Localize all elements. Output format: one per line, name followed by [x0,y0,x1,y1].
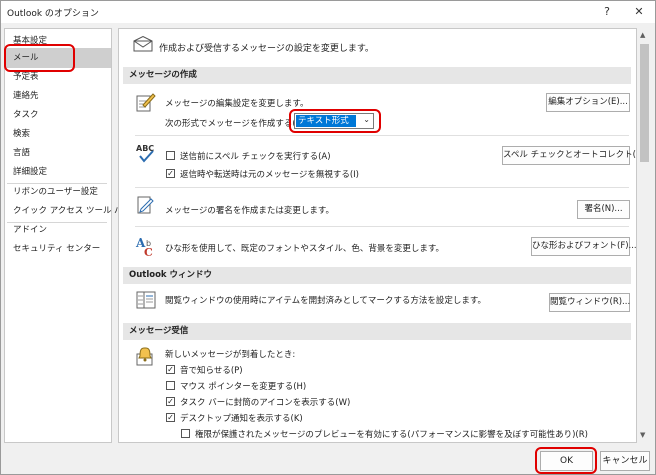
pen-paper-icon [136,93,156,112]
help-button[interactable]: ? [593,1,621,23]
sidebar-item-tasks[interactable]: タスク [5,105,111,125]
sidebar-item-quick-access-toolbar[interactable]: クイック アクセス ツール バー [5,201,131,221]
change-pointer-label: マウス ポインターを変更する(H) [180,382,307,392]
spell-check-before-send-label: 送信前にスペル チェックを実行する(A) [180,152,331,162]
divider [135,135,629,136]
format-label: 次の形式でメッセージを作成する(C): [165,119,308,129]
arrival-text: 新しいメッセージが到着したとき: [165,350,296,360]
scroll-down-icon[interactable]: ▼ [640,431,645,439]
edit-settings-text: メッセージの編集設定を変更します。 [165,99,309,109]
ignore-original-text-label: 返信時や転送時は元のメッセージを無視する(I) [180,170,359,180]
abc-spellcheck-icon: ABC [136,144,154,163]
section-header-compose: メッセージの作成 [123,67,631,84]
options-scrollbar[interactable]: ▲ ▼ [637,28,652,443]
format-select[interactable]: テキスト形式 ⌄ [294,113,374,129]
taskbar-envelope-label: タスク バーに封筒のアイコンを表示する(W) [180,398,351,408]
sidebar-item-mail[interactable]: メール [5,48,111,68]
format-select-value: テキスト形式 [296,115,356,127]
stationery-font-icon: A C b [135,236,153,257]
stationery-fonts-button[interactable]: ひな形およびフォント(F)... [531,237,636,256]
desktop-alert-label: デスクトップ通知を表示する(K) [180,414,303,424]
play-sound-checkbox[interactable]: ✓ [166,365,175,374]
options-window: Outlook のオプション ? ✕ 基本設定 メール 予定表 連絡先 タスク … [0,0,656,475]
options-panel: 作成および受信するメッセージの設定を変更します。 メッセージの作成 メッセージの… [118,28,637,443]
rights-protected-preview-checkbox[interactable] [181,429,190,438]
taskbar-envelope-checkbox[interactable]: ✓ [166,397,175,406]
spell-check-before-send-checkbox[interactable] [166,151,175,160]
chevron-down-icon: ⌄ [363,115,370,124]
sidebar-item-contacts[interactable]: 連絡先 [5,86,111,106]
title-bar: Outlook のオプション ? ✕ [1,1,655,23]
sidebar-item-advanced[interactable]: 詳細設定 [5,162,111,182]
ok-button[interactable]: OK [540,451,593,471]
sidebar-item-addins[interactable]: アドイン [5,220,111,240]
change-pointer-checkbox[interactable] [166,381,175,390]
play-sound-label: 音で知らせる(P) [180,366,243,376]
window-title: Outlook のオプション [7,9,99,19]
envelope-icon [133,36,153,52]
reading-pane-text: 閲覧ウィンドウの使用時にアイテムを開封済みとしてマークする方法を設定します。 [165,296,487,306]
edit-options-button[interactable]: 編集オプション(E)... [546,93,630,112]
cancel-button[interactable]: キャンセル [600,451,650,471]
signature-button[interactable]: 署名(N)... [577,200,630,219]
sidebar-item-search[interactable]: 検索 [5,124,111,144]
divider [135,226,629,227]
signature-text: メッセージの署名を作成または変更します。 [165,206,334,216]
sidebar-item-calendar[interactable]: 予定表 [5,67,111,87]
close-button[interactable]: ✕ [625,1,653,23]
stationery-text: ひな形を使用して、既定のフォントやスタイル、色、背景を変更します。 [165,244,444,254]
sidebar-item-language[interactable]: 言語 [5,143,111,163]
sidebar-item-customize-ribbon[interactable]: リボンのユーザー設定 [5,182,111,202]
section-header-message-arrival: メッセージ受信 [123,323,631,340]
reading-pane-button[interactable]: 閲覧ウィンドウ(R)... [549,293,630,312]
desktop-alert-checkbox[interactable]: ✓ [166,413,175,422]
sidebar: 基本設定 メール 予定表 連絡先 タスク 検索 言語 詳細設定 リボンのユーザー… [4,28,131,443]
signature-icon [137,196,154,214]
bell-icon [136,347,153,366]
scroll-thumb[interactable] [640,44,649,162]
reading-pane-icon [136,291,156,309]
intro-text: 作成および受信するメッセージの設定を変更します。 [159,44,374,54]
scroll-up-icon[interactable]: ▲ [640,31,645,39]
sidebar-item-trust-center[interactable]: セキュリティ センター [5,239,111,259]
divider [135,187,629,188]
spell-autocorrect-button[interactable]: スペル チェックとオートコレクト(S)... [502,146,636,165]
svg-text:b: b [146,239,151,248]
section-header-outlook-window: Outlook ウィンドウ [123,267,631,284]
rights-protected-preview-label: 権限が保護されたメッセージのプレビューを有効にする(パフォーマンスに影響を及ぼす… [195,430,588,440]
ignore-original-text-checkbox[interactable]: ✓ [166,169,175,178]
